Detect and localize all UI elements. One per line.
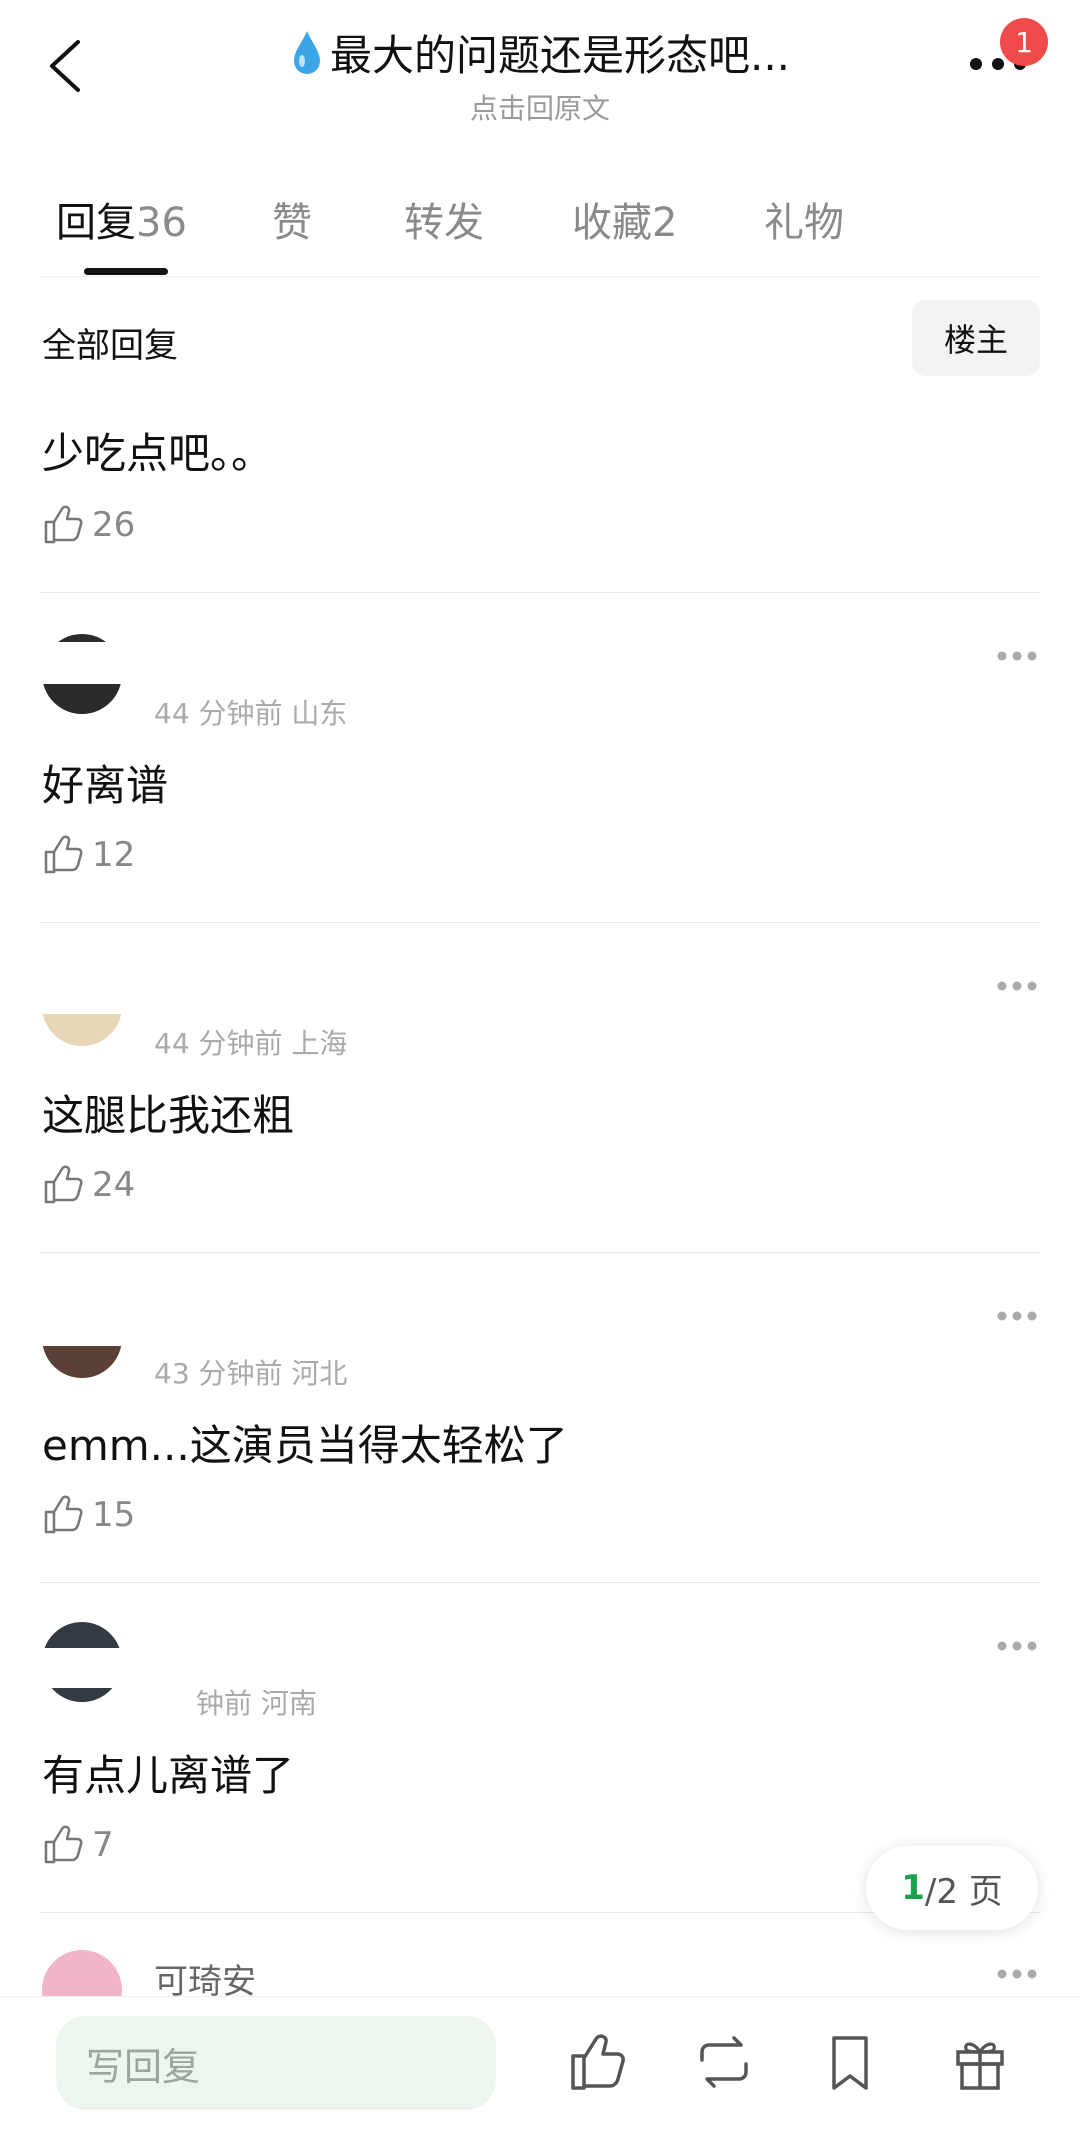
comment-divider [40,1252,1040,1253]
comment-text: emm...这演员当得太轻松了 [42,1421,568,1470]
tab-label: 转发 [404,200,484,246]
like-button[interactable]: 26 [42,504,135,546]
thumbs-up-icon[interactable] [568,2030,628,2094]
tab-replies[interactable]: 回复36 [56,190,187,248]
tab-divider [40,276,1040,277]
comment-text: 有点儿离谱了 [42,1751,295,1800]
comment-meta: 44 分钟前 上海 [154,1027,348,1060]
like-button[interactable]: 24 [42,1164,135,1206]
all-replies-label: 全部回复 [42,326,178,366]
tab-count: 2 [652,200,678,246]
like-button[interactable]: 12 [42,834,135,876]
back-to-original-link[interactable]: 点击回原文 [0,87,1080,127]
thumbs-up-icon [44,835,83,874]
tab-count: 36 [136,200,187,246]
thumbs-up-icon [44,1495,83,1534]
tab-label: 赞 [272,200,312,246]
obscured-username [0,642,960,684]
reply-input[interactable]: 写回复 [56,2016,496,2110]
obscured-username [0,1648,960,1688]
active-tab-indicator [84,268,168,275]
gift-icon[interactable] [950,2030,1010,2094]
obscured-username [0,1290,960,1346]
more-icon[interactable] [996,1968,1038,1980]
tab-reposts[interactable]: 转发 [404,190,484,248]
obscured-username [0,960,960,1014]
comment-divider [40,592,1040,593]
more-icon[interactable] [996,980,1038,992]
comment-text: 好离谱 [42,761,169,810]
comment-divider [40,1582,1040,1583]
comment-meta: 钟前 河南 [196,1687,317,1720]
comment-meta: 43 分钟前 河北 [154,1357,348,1390]
notification-badge: 1 [1000,18,1048,66]
droplet-icon [293,30,320,74]
tab-label: 礼物 [764,200,844,246]
tab-gifts[interactable]: 礼物 [764,190,844,248]
like-button[interactable]: 15 [42,1494,135,1536]
more-icon[interactable] [996,1640,1038,1652]
comment-divider [40,922,1040,923]
post-header[interactable]: 最大的问题还是形态吧... 点击回原文 [0,22,1080,127]
more-icon[interactable] [996,1310,1038,1322]
current-page: 1 [901,1868,925,1908]
like-count: 7 [92,1825,114,1865]
comment-text: 这腿比我还粗 [42,1091,295,1140]
thumbs-up-icon [44,1825,83,1864]
thumbs-up-icon [44,505,83,544]
comment-meta: 44 分钟前 山东 [154,697,348,730]
like-count: 24 [92,1165,136,1205]
comment-text: 少吃点吧。。 [42,429,274,478]
like-count: 26 [92,505,136,545]
tab-likes[interactable]: 赞 [272,190,312,248]
tab-label: 回复 [56,200,136,246]
more-icon[interactable] [996,650,1038,662]
owner-filter-button[interactable]: 楼主 [912,300,1040,376]
page-indicator[interactable]: 1/2 页 [866,1846,1038,1930]
tab-label: 收藏 [572,200,652,246]
like-count: 15 [92,1495,136,1535]
total-pages: /2 页 [924,1871,1003,1912]
page-title: 最大的问题还是形态吧... [329,31,791,80]
bookmark-icon[interactable] [820,2030,880,2094]
repost-icon[interactable] [694,2030,754,2094]
tab-favorites[interactable]: 收藏2 [572,190,677,248]
like-button[interactable]: 7 [42,1824,114,1866]
like-count: 12 [92,835,136,875]
thumbs-up-icon [44,1165,83,1204]
